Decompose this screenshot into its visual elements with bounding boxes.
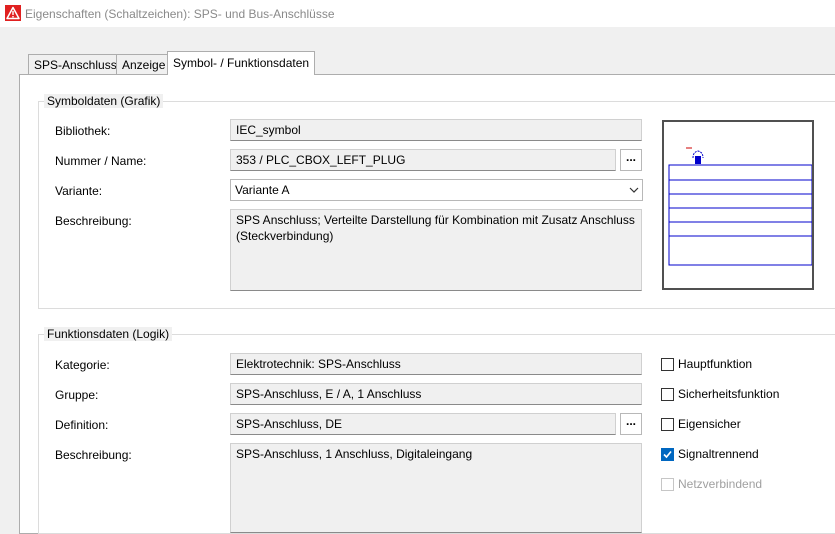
checkbox-label: Signaltrennend [678,447,759,461]
tab-sps-anschluss[interactable]: SPS-Anschluss [28,54,123,74]
checkbox-label: Sicherheitsfunktion [678,387,780,401]
symbol-description-field: SPS Anschluss; Verteilte Darstellung für… [230,209,642,291]
variant-selected-value: Variante A [235,183,290,197]
function-description-field: SPS-Anschluss, 1 Anschluss, Digitaleinga… [230,443,642,533]
symbol-browse-button[interactable]: ... [620,149,642,171]
definition-field: SPS-Anschluss, DE [230,413,616,435]
function-description-label: Beschreibung: [55,448,132,462]
window-title: Eigenschaften (Schaltzeichen): SPS- und … [25,7,335,21]
checkbox-label: Eigensicher [678,417,741,431]
group-field: SPS-Anschluss, E / A, 1 Anschluss [230,383,642,405]
group-label: Gruppe: [55,388,99,402]
number-name-label: Nummer / Name: [55,154,147,168]
checkmark-icon [663,450,672,459]
tab-anzeige[interactable]: Anzeige [116,54,172,74]
plc-connection-symbol-icon [668,147,812,266]
checkbox-box[interactable] [661,388,674,401]
library-label: Bibliothek: [55,124,111,138]
category-field: Elektrotechnik: SPS-Anschluss [230,353,642,375]
warning-triangle-app-icon [5,5,21,21]
checkbox-box[interactable] [661,448,674,461]
library-field: IEC_symbol [230,119,642,141]
symbol-preview [662,120,814,290]
variant-select[interactable]: Variante A [230,179,643,201]
definition-label: Definition: [55,418,109,432]
function-data-group-title: Funktionsdaten (Logik) [44,327,173,341]
symbol-data-group-title: Symboldaten (Grafik) [44,94,164,108]
checkbox-box[interactable] [661,418,674,431]
checkbox-box[interactable] [661,358,674,371]
variant-label: Variante: [55,184,103,198]
tab-symbol-funktionsdaten[interactable]: Symbol- / Funktionsdaten [167,51,316,75]
checkbox-label: Netzverbindend [678,477,763,491]
checkbox-label: Hauptfunktion [678,357,753,371]
definition-browse-button[interactable]: ... [620,413,642,435]
chevron-down-icon [629,187,639,193]
number-name-field: 353 / PLC_CBOX_LEFT_PLUG [230,149,616,171]
checkbox-box[interactable] [661,478,674,491]
category-label: Kategorie: [55,358,110,372]
symbol-description-label: Beschreibung: [55,214,132,228]
title-bar: Eigenschaften (Schaltzeichen): SPS- und … [0,0,835,27]
